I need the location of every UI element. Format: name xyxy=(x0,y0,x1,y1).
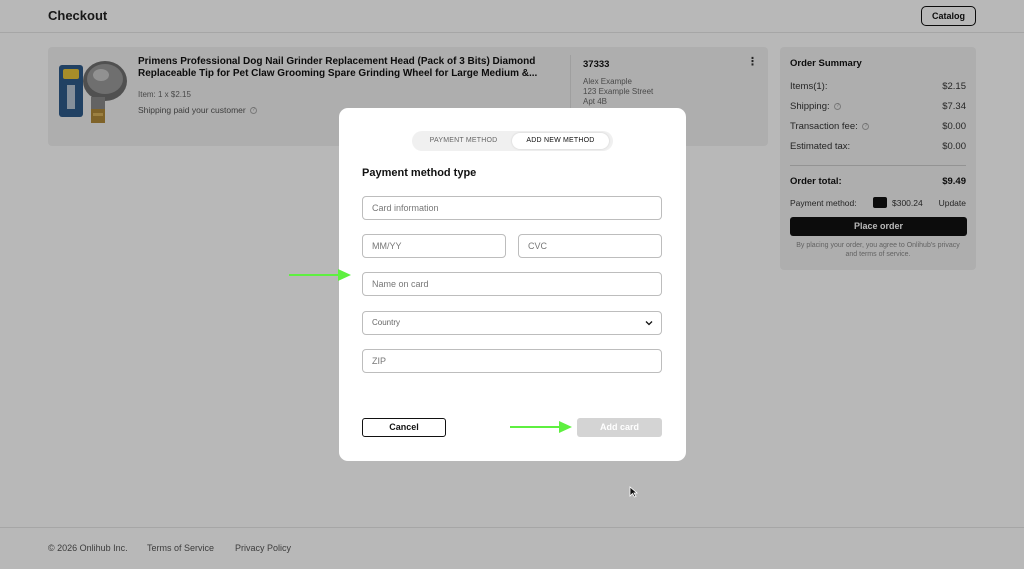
card-information-field[interactable] xyxy=(362,196,662,220)
card-information-input[interactable] xyxy=(363,197,661,219)
chevron-down-icon xyxy=(645,321,653,326)
arrow-right-icon xyxy=(289,269,351,281)
tab-payment-method[interactable]: PAYMENT METHOD xyxy=(416,133,511,149)
country-select[interactable]: Country xyxy=(362,311,662,335)
payment-tabs: PAYMENT METHOD ADD NEW METHOD xyxy=(412,131,613,151)
zip-field[interactable] xyxy=(362,349,662,373)
name-on-card-field[interactable] xyxy=(362,272,662,296)
tab-add-new-method[interactable]: ADD NEW METHOD xyxy=(512,133,609,149)
modal-title: Payment method type xyxy=(362,167,477,179)
country-select-value: Country xyxy=(372,318,401,327)
cvc-field[interactable] xyxy=(518,234,662,258)
name-on-card-input[interactable] xyxy=(363,273,661,295)
expiry-input[interactable] xyxy=(363,235,505,257)
cvc-input[interactable] xyxy=(519,235,661,257)
zip-input[interactable] xyxy=(363,350,661,372)
expiry-field[interactable] xyxy=(362,234,506,258)
mouse-cursor-icon xyxy=(629,486,638,498)
cancel-button[interactable]: Cancel xyxy=(362,418,446,437)
arrow-right-icon xyxy=(510,421,572,433)
add-card-button[interactable]: Add card xyxy=(577,418,662,437)
add-payment-modal: PAYMENT METHOD ADD NEW METHOD Payment me… xyxy=(339,108,686,461)
